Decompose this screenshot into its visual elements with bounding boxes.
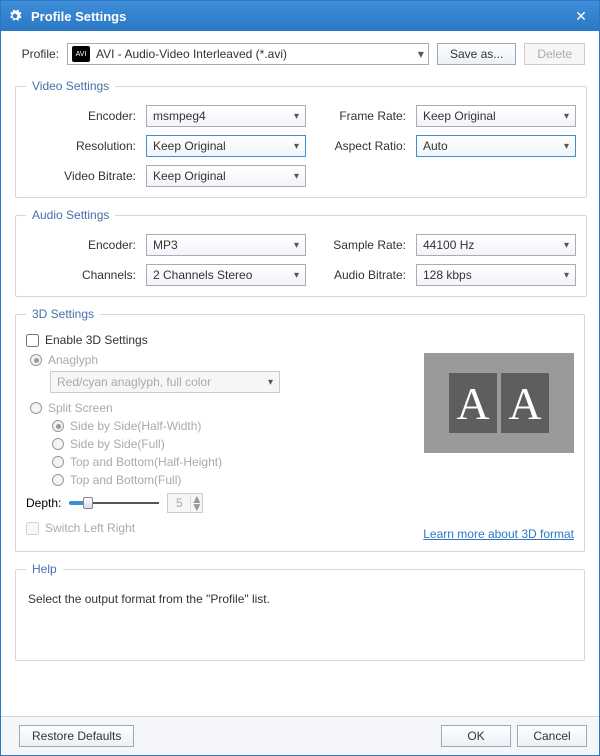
- chevron-down-icon: ▾: [294, 270, 299, 281]
- learn-more-link[interactable]: Learn more about 3D format: [423, 527, 574, 541]
- ok-label: OK: [467, 729, 484, 743]
- depth-label: Depth:: [26, 496, 61, 510]
- audio-settings-group: Audio Settings Encoder: MP3▾ Sample Rate…: [15, 208, 587, 297]
- audio-encoder-combo[interactable]: MP3▾: [146, 234, 306, 256]
- chevron-down-icon: ▾: [418, 47, 424, 61]
- chevron-down-icon: ▾: [294, 141, 299, 152]
- profile-value: AVI - Audio-Video Interleaved (*.avi): [96, 47, 418, 61]
- radio-icon: [30, 402, 42, 414]
- close-icon[interactable]: ✕: [569, 8, 593, 25]
- depth-value: 5: [168, 496, 190, 510]
- cancel-label: Cancel: [533, 729, 570, 743]
- spinner-arrows-icon: ▲▼: [190, 495, 202, 511]
- three-d-legend: 3D Settings: [26, 307, 100, 321]
- aspect-ratio-label: Aspect Ratio:: [316, 139, 406, 153]
- switch-lr-label: Switch Left Right: [45, 521, 135, 535]
- titlebar: Profile Settings ✕: [1, 1, 599, 31]
- chevron-down-icon: ▾: [564, 240, 569, 251]
- radio-icon: [30, 354, 42, 366]
- radio-icon: [52, 456, 64, 468]
- depth-row: Depth: 5 ▲▼: [26, 493, 394, 513]
- chevron-down-icon: ▾: [268, 377, 273, 388]
- channels-label: Channels:: [26, 268, 136, 282]
- profile-row: Profile: AVI AVI - Audio-Video Interleav…: [15, 43, 585, 65]
- help-legend: Help: [26, 562, 63, 576]
- video-settings-legend: Video Settings: [26, 79, 115, 93]
- three-d-preview: A A: [424, 353, 574, 453]
- preview-letter-icon: A: [501, 373, 549, 433]
- slider-thumb[interactable]: [83, 497, 93, 509]
- depth-spinner: 5 ▲▼: [167, 493, 203, 513]
- chevron-down-icon: ▾: [564, 270, 569, 281]
- resolution-label: Resolution:: [26, 139, 136, 153]
- chevron-down-icon: ▾: [564, 141, 569, 152]
- help-group: Help Select the output format from the "…: [15, 562, 585, 661]
- delete-label: Delete: [537, 47, 572, 61]
- top-full-radio: Top and Bottom(Full): [52, 473, 394, 487]
- ok-button[interactable]: OK: [441, 725, 511, 747]
- video-encoder-combo[interactable]: msmpeg4▾: [146, 105, 306, 127]
- depth-slider[interactable]: [69, 496, 159, 510]
- switch-lr-checkbox: Switch Left Right: [26, 521, 394, 535]
- save-as-button[interactable]: Save as...: [437, 43, 516, 65]
- profile-combo[interactable]: AVI AVI - Audio-Video Interleaved (*.avi…: [67, 43, 429, 65]
- anaglyph-radio: Anaglyph: [30, 353, 394, 367]
- sample-rate-label: Sample Rate:: [316, 238, 406, 252]
- gear-icon: [7, 8, 23, 24]
- chevron-down-icon: ▾: [294, 240, 299, 251]
- side-full-radio: Side by Side(Full): [52, 437, 394, 451]
- audio-bitrate-combo[interactable]: 128 kbps▾: [416, 264, 576, 286]
- chevron-down-icon: ▾: [294, 171, 299, 182]
- frame-rate-combo[interactable]: Keep Original▾: [416, 105, 576, 127]
- anaglyph-mode-combo: Red/cyan anaglyph, full color▾: [50, 371, 280, 393]
- resolution-combo[interactable]: Keep Original▾: [146, 135, 306, 157]
- window-title: Profile Settings: [31, 9, 569, 24]
- content-area: Profile: AVI AVI - Audio-Video Interleav…: [1, 31, 599, 716]
- chevron-down-icon: ▾: [294, 111, 299, 122]
- preview-letter-icon: A: [449, 373, 497, 433]
- channels-combo[interactable]: 2 Channels Stereo▾: [146, 264, 306, 286]
- enable-3d-checkbox[interactable]: Enable 3D Settings: [26, 333, 394, 347]
- video-settings-group: Video Settings Encoder: msmpeg4▾ Frame R…: [15, 79, 587, 198]
- restore-defaults-label: Restore Defaults: [32, 729, 121, 743]
- aspect-ratio-combo[interactable]: Auto▾: [416, 135, 576, 157]
- sample-rate-combo[interactable]: 44100 Hz▾: [416, 234, 576, 256]
- radio-icon: [52, 474, 64, 486]
- footer: Restore Defaults OK Cancel: [1, 716, 599, 755]
- video-bitrate-label: Video Bitrate:: [26, 169, 136, 183]
- delete-button: Delete: [524, 43, 585, 65]
- cancel-button[interactable]: Cancel: [517, 725, 587, 747]
- chevron-down-icon: ▾: [564, 111, 569, 122]
- radio-icon: [52, 438, 64, 450]
- enable-3d-label: Enable 3D Settings: [45, 333, 148, 347]
- audio-bitrate-label: Audio Bitrate:: [316, 268, 406, 282]
- radio-icon: [52, 420, 64, 432]
- top-half-radio: Top and Bottom(Half-Height): [52, 455, 394, 469]
- split-screen-radio: Split Screen: [30, 401, 394, 415]
- audio-encoder-label: Encoder:: [26, 238, 136, 252]
- three-d-settings-group: 3D Settings Enable 3D Settings Anaglyph …: [15, 307, 585, 552]
- profile-label: Profile:: [15, 47, 59, 61]
- help-text: Select the output format from the "Profi…: [26, 588, 574, 610]
- restore-defaults-button[interactable]: Restore Defaults: [19, 725, 134, 747]
- switch-lr-input: [26, 522, 39, 535]
- video-bitrate-combo[interactable]: Keep Original▾: [146, 165, 306, 187]
- avi-format-icon: AVI: [72, 46, 90, 62]
- audio-settings-legend: Audio Settings: [26, 208, 115, 222]
- frame-rate-label: Frame Rate:: [316, 109, 406, 123]
- save-as-label: Save as...: [450, 47, 503, 61]
- video-encoder-label: Encoder:: [26, 109, 136, 123]
- enable-3d-input[interactable]: [26, 334, 39, 347]
- side-half-radio: Side by Side(Half-Width): [52, 419, 394, 433]
